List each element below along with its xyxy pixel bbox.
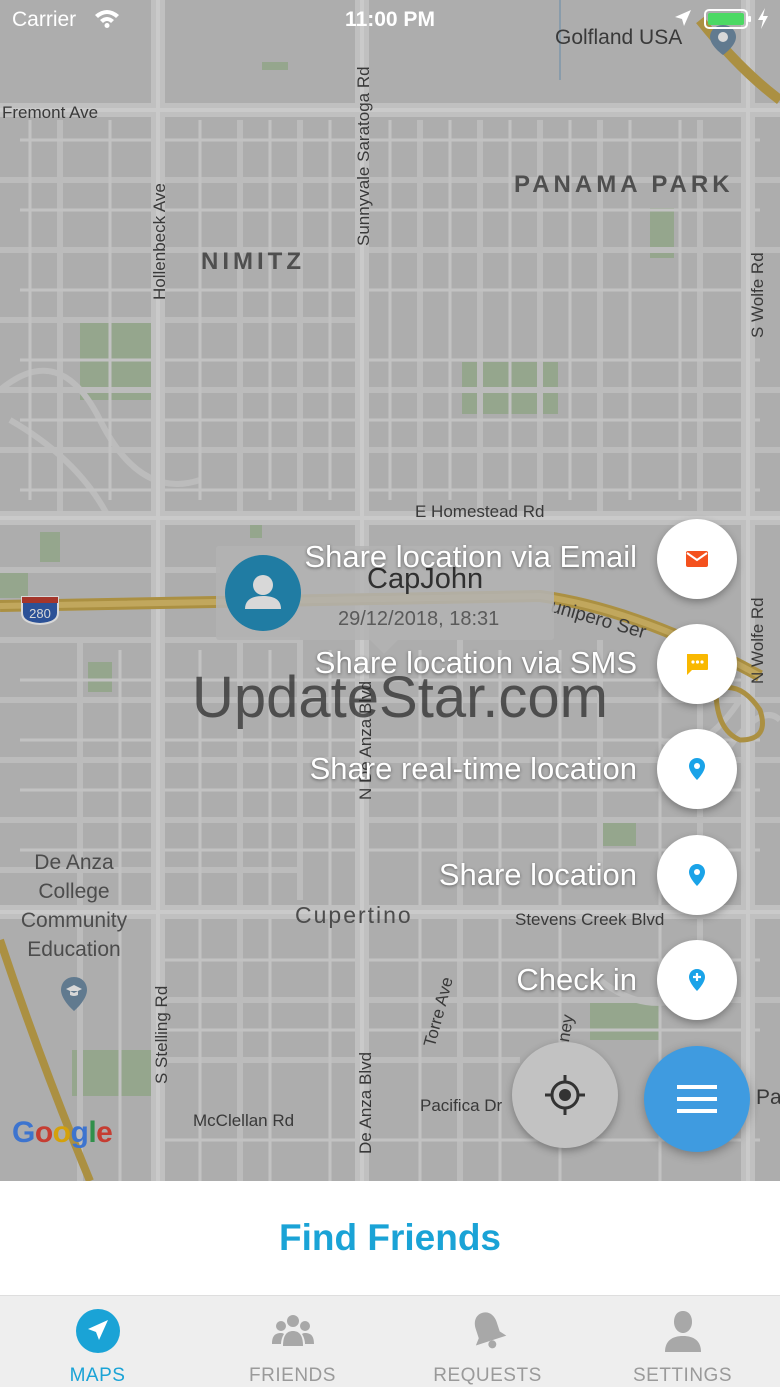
share-realtime-button[interactable] — [657, 729, 737, 809]
action-label-share-sms[interactable]: Share location via SMS — [315, 645, 637, 681]
share-email-button[interactable] — [657, 519, 737, 599]
group-icon — [271, 1315, 314, 1346]
tab-maps[interactable]: MAPS — [0, 1296, 195, 1387]
location-pin-icon — [689, 758, 705, 780]
battery-icon — [704, 9, 751, 29]
charging-bolt-icon — [758, 8, 768, 29]
location-pin-icon — [689, 864, 705, 886]
action-label-share-location[interactable]: Share location — [439, 857, 637, 893]
tab-settings[interactable]: SETTINGS — [585, 1296, 780, 1387]
bell-icon — [474, 1312, 506, 1349]
action-label-share-realtime[interactable]: Share real-time location — [310, 751, 637, 787]
person-icon — [664, 1311, 701, 1352]
hamburger-menu-icon — [677, 1085, 717, 1113]
location-services-icon — [675, 10, 691, 26]
sms-icon — [687, 654, 708, 675]
tab-friends[interactable]: FRIENDS — [195, 1296, 390, 1387]
crosshair-icon — [545, 1075, 585, 1115]
tab-label: SETTINGS — [632, 1365, 732, 1386]
share-location-button[interactable] — [657, 835, 737, 915]
check-in-button[interactable] — [657, 940, 737, 1020]
tab-label: MAPS — [69, 1365, 126, 1386]
status-bar: Carrier 11:00 PM — [0, 0, 780, 40]
share-sms-button[interactable] — [657, 624, 737, 704]
check-in-pin-icon — [689, 969, 705, 991]
menu-backdrop[interactable] — [0, 0, 780, 1181]
email-icon — [686, 551, 708, 567]
tab-label: REQUESTS — [433, 1365, 542, 1386]
tab-bar: MAPS FRIENDS REQUESTS SETTINGS — [0, 1295, 780, 1387]
tab-requests[interactable]: REQUESTS — [390, 1296, 585, 1387]
action-label-check-in[interactable]: Check in — [516, 962, 637, 998]
tab-label: FRIENDS — [249, 1365, 336, 1386]
find-friends-bar[interactable]: Find Friends — [0, 1181, 780, 1295]
menu-fab-button[interactable] — [644, 1046, 750, 1152]
navigation-arrow-icon — [75, 1309, 120, 1353]
action-label-share-email[interactable]: Share location via Email — [304, 539, 637, 575]
my-location-button[interactable] — [512, 1042, 618, 1148]
find-friends-button[interactable]: Find Friends — [279, 1217, 501, 1259]
clock: 11:00 PM — [345, 8, 435, 31]
